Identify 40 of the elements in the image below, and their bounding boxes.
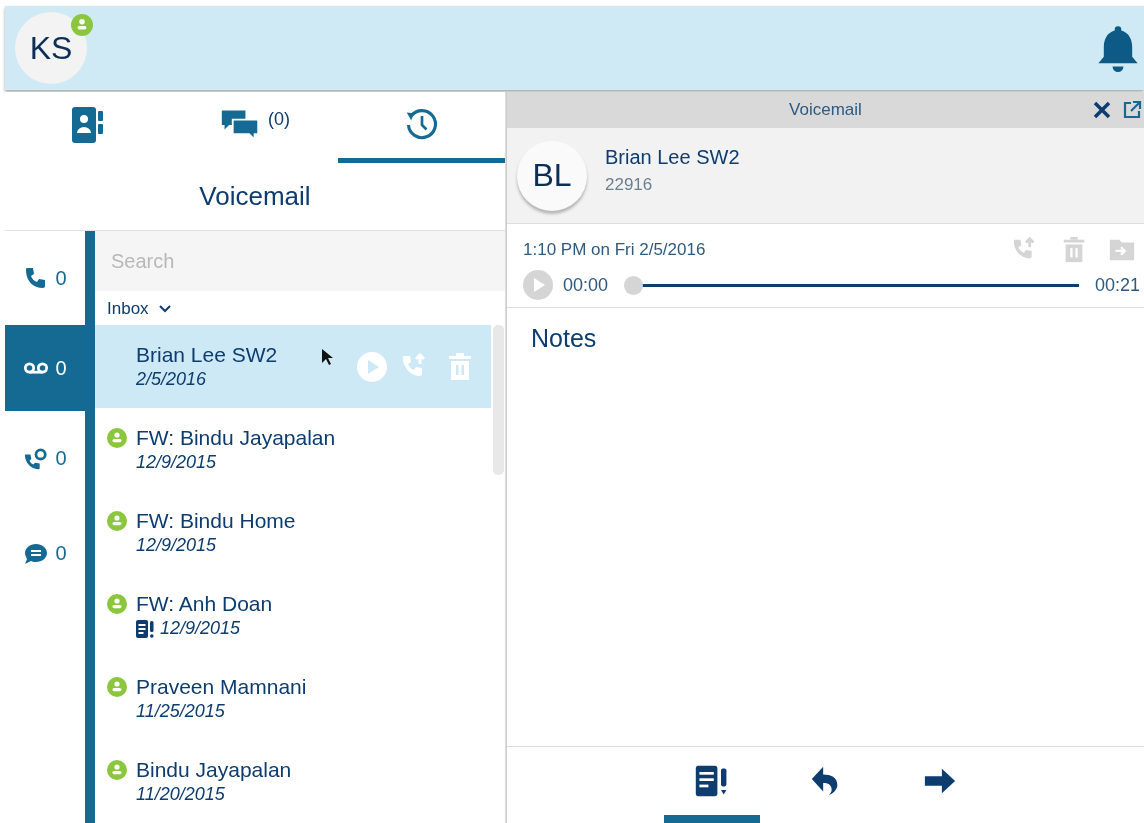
message-date: 11/25/2015 — [136, 701, 225, 722]
close-icon[interactable] — [1092, 100, 1112, 120]
message-row[interactable]: FW: Bindu Home 12/9/2015 — [95, 491, 491, 574]
caller-name: Brian Lee SW2 — [136, 343, 278, 367]
message-date: 11/20/2015 — [136, 784, 225, 805]
filter-tab[interactable]: 0 — [5, 325, 85, 411]
scrollbar[interactable] — [493, 325, 504, 475]
message-row[interactable]: FW: Anh Doan 12/9/2015 — [95, 574, 491, 657]
voicemail-timestamp: 1:10 PM on Fri 2/5/2016 — [523, 240, 706, 260]
caller-name: Praveen Mamnani — [136, 675, 307, 699]
contact-name: Brian Lee SW2 — [605, 146, 740, 169]
message-date: 12/9/2015 — [136, 535, 217, 556]
external-link-icon[interactable] — [1122, 100, 1142, 120]
bell-icon[interactable] — [1096, 24, 1140, 72]
message-row[interactable]: Praveen Mamnani 11/25/2015 — [95, 657, 491, 740]
phone-pin-icon — [23, 446, 50, 471]
user-avatar[interactable]: KS — [15, 12, 87, 84]
playback-thumb[interactable] — [624, 275, 644, 295]
elapsed-time: 00:00 — [563, 274, 609, 296]
search-field[interactable]: Search — [95, 231, 505, 291]
playback-track[interactable] — [624, 275, 1079, 295]
folder-dropdown[interactable]: Inbox — [95, 291, 183, 325]
contact-number: 22916 — [605, 175, 654, 195]
panel-title: Voicemail — [789, 100, 862, 120]
duration-time: 00:21 — [1094, 274, 1140, 296]
caller-name: FW: Bindu Jayapalan — [136, 426, 336, 450]
message-date: 12/9/2015 — [136, 452, 217, 473]
contact-avatar: BL — [517, 140, 587, 211]
presence-icon — [71, 14, 93, 36]
message-date: 2/5/2016 — [136, 369, 207, 390]
chat-icon — [23, 541, 50, 566]
caller-name: FW: Bindu Home — [136, 509, 296, 533]
mouse-cursor-icon — [321, 347, 333, 366]
message-row[interactable]: Bindu Jayapalan 11/20/2015 — [95, 740, 491, 823]
caret-icon — [158, 305, 171, 313]
caller-name: FW: Anh Doan — [136, 592, 273, 616]
message-row[interactable]: FW: Bindu Jayapalan 12/9/2015 — [95, 408, 491, 491]
message-date: 12/9/2015 — [160, 618, 241, 639]
caller-name: Bindu Jayapalan — [136, 758, 292, 782]
notes-label: Notes — [531, 324, 597, 352]
